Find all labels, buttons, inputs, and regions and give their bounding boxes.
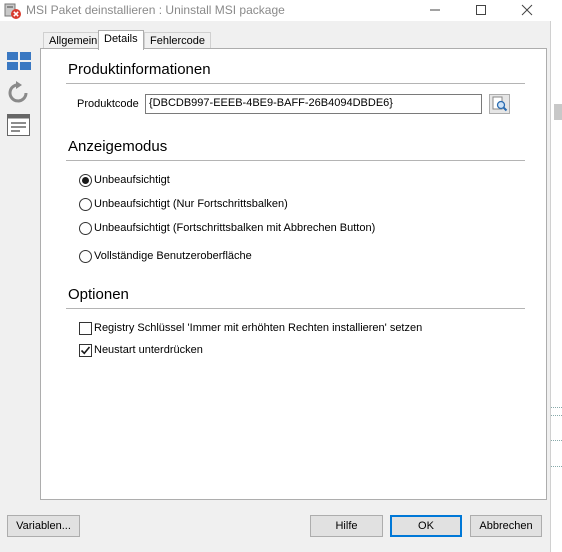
productcode-label: Produktcode: [77, 98, 139, 110]
tab-fehlercode[interactable]: Fehlercode: [144, 32, 212, 49]
close-icon: [521, 4, 533, 16]
background-window-edge: [551, 0, 562, 552]
checkmark-icon: [80, 346, 91, 355]
msi-uninstall-icon: [4, 2, 22, 20]
dialog-window: MSI Paket deinstallieren : Uninstall MSI…: [0, 0, 551, 552]
refresh-icon[interactable]: [6, 80, 32, 106]
tab-allgemein[interactable]: Allgemein: [43, 32, 104, 49]
maximize-icon: [476, 5, 486, 15]
maximize-button[interactable]: [459, 0, 505, 21]
ok-button[interactable]: OK: [390, 515, 462, 537]
grid-icon[interactable]: [6, 49, 32, 75]
browse-button[interactable]: [489, 94, 510, 114]
help-button[interactable]: Hilfe: [310, 515, 383, 537]
variables-button[interactable]: Variablen...: [7, 515, 80, 537]
minimize-icon: [430, 9, 440, 11]
window-title: MSI Paket deinstallieren : Uninstall MSI…: [26, 3, 285, 17]
section-anzeigemodus: Anzeigemodus: [68, 138, 168, 155]
radio-button[interactable]: [79, 198, 92, 211]
search-icon: [492, 96, 508, 112]
radio-button[interactable]: [79, 250, 92, 263]
tab-details[interactable]: Details: [98, 30, 144, 50]
divider: [66, 83, 525, 84]
divider: [66, 308, 525, 309]
radio-button[interactable]: [79, 174, 92, 187]
checkbox[interactable]: [79, 344, 92, 357]
close-button[interactable]: [505, 0, 551, 21]
minimize-button[interactable]: [413, 0, 459, 21]
checkbox[interactable]: [79, 322, 92, 335]
form-icon[interactable]: [6, 112, 32, 138]
title-bar: MSI Paket deinstallieren : Uninstall MSI…: [0, 0, 551, 21]
section-produktinformationen: Produktinformationen: [68, 61, 211, 78]
divider: [66, 160, 525, 161]
productcode-field[interactable]: {DBCDB997-EEEB-4BE9-BAFF-26B4094DBDE6}: [145, 94, 482, 114]
cancel-button[interactable]: Abbrechen: [470, 515, 542, 537]
details-panel: Produktinformationen Produktcode {DBCDB9…: [40, 48, 547, 500]
section-optionen: Optionen: [68, 286, 129, 303]
radio-button[interactable]: [79, 222, 92, 235]
